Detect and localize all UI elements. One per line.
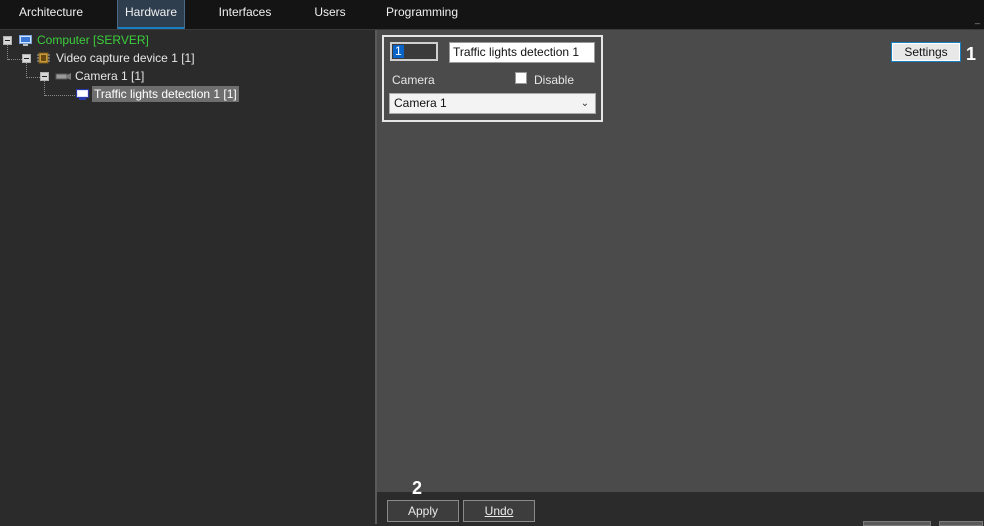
tree-node-camera[interactable]: Camera 1 [1] <box>0 68 375 84</box>
disable-checkbox[interactable] <box>515 72 527 84</box>
tree-node-traffic-lights-detection[interactable]: Traffic lights detection 1 [1] <box>0 86 375 102</box>
object-name-field[interactable]: Traffic lights detection 1 <box>449 42 595 63</box>
tab-bar: Architecture Hardware Interfaces Users P… <box>0 0 984 30</box>
tree-node-computer[interactable]: Computer [SERVER] <box>0 32 375 48</box>
settings-button[interactable]: Settings <box>891 42 961 62</box>
camera-select-value: Camera 1 <box>394 96 447 110</box>
undo-button-label: Undo <box>484 504 514 518</box>
undo-button[interactable]: Undo <box>463 500 535 522</box>
monitor-icon <box>76 88 89 100</box>
tab-architecture[interactable]: Architecture <box>0 0 102 29</box>
tab-users-label: Users <box>314 5 346 19</box>
window-corner-mark: _ <box>974 14 980 24</box>
bottom-action-bar: Apply Undo <box>377 492 984 526</box>
tree-node-traffic-lights-detection-label: Traffic lights detection 1 [1] <box>92 86 239 102</box>
object-id-value: 1 <box>393 44 404 58</box>
tree-node-video-capture-device-label: Video capture device 1 [1] <box>56 51 195 65</box>
collapse-toggle-icon[interactable] <box>40 72 49 81</box>
collapse-toggle-icon[interactable] <box>3 36 12 45</box>
tab-hardware[interactable]: Hardware <box>117 0 185 29</box>
tab-hardware-label: Hardware <box>124 5 178 19</box>
chip-icon <box>37 52 50 64</box>
object-settings-panel: 1 Traffic lights detection 1 Camera Disa… <box>377 30 984 492</box>
camera-select[interactable]: Camera 1 ⌄ <box>389 93 596 114</box>
apply-button[interactable]: Apply <box>387 500 459 522</box>
tab-programming[interactable]: Programming <box>378 0 466 29</box>
camera-icon <box>55 70 71 81</box>
object-id-field[interactable]: 1 <box>390 42 438 61</box>
callout-marker-2: 2 <box>412 478 423 498</box>
monitor-icon <box>19 34 32 46</box>
hardware-tree-panel: Computer [SERVER] Video capture device 1… <box>0 30 377 524</box>
tree-node-video-capture-device[interactable]: Video capture device 1 [1] <box>0 50 375 66</box>
tab-users[interactable]: Users <box>304 0 356 29</box>
active-tab-indicator <box>118 27 184 29</box>
chevron-down-icon[interactable]: ⌄ <box>579 94 591 113</box>
tree-node-camera-label: Camera 1 [1] <box>75 69 145 83</box>
tab-programming-label: Programming <box>385 5 459 19</box>
tab-interfaces[interactable]: Interfaces <box>208 0 282 29</box>
tab-architecture-label: Architecture <box>18 5 84 19</box>
collapse-toggle-icon[interactable] <box>22 54 31 63</box>
disable-label: Disable <box>534 73 575 87</box>
callout-marker-1: 1 <box>966 44 977 64</box>
tree-node-computer-label: Computer [SERVER] <box>37 33 149 47</box>
object-properties-box: 1 Traffic lights detection 1 Camera Disa… <box>382 35 603 122</box>
tab-interfaces-label: Interfaces <box>218 5 272 19</box>
camera-label: Camera <box>392 73 435 87</box>
